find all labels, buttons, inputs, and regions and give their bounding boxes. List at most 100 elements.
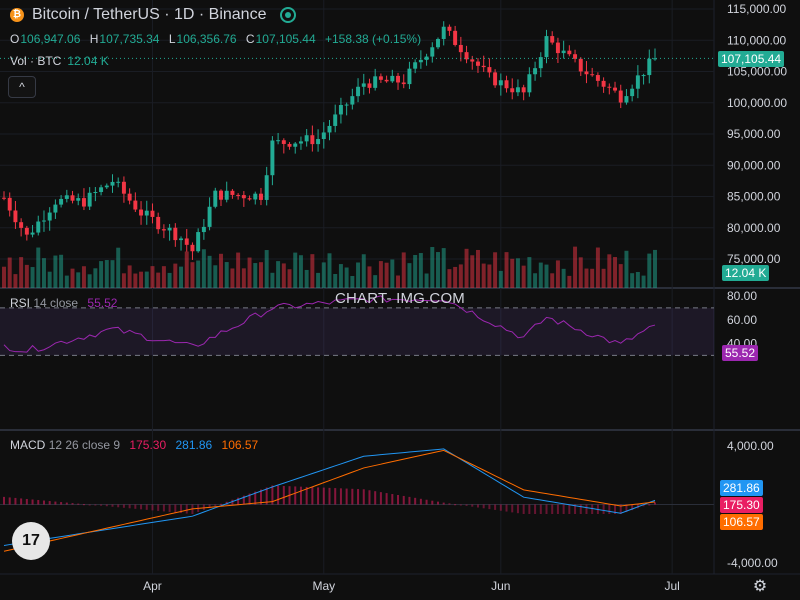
volume-bar — [527, 257, 532, 288]
volume-bar — [304, 269, 309, 288]
macd-histogram-bar — [82, 504, 85, 506]
candle-body — [555, 42, 560, 54]
price-axis-label: 80,000.00 — [727, 221, 781, 235]
volume-bar — [356, 262, 361, 288]
candle-body — [458, 44, 463, 53]
macd-histogram-bar — [162, 504, 165, 512]
rsi-band-fill — [0, 307, 714, 356]
volume-bar — [327, 253, 332, 288]
volume-bar — [567, 275, 572, 288]
macd-histogram-bar — [317, 487, 320, 505]
symbol-title[interactable]: ₿ Bitcoin / TetherUS · 1D · Binance — [10, 6, 297, 24]
collapse-legend-button[interactable]: ^ — [8, 76, 36, 98]
volume-bar — [515, 258, 520, 288]
volume-bar — [236, 252, 241, 288]
macd-histogram-bar — [334, 488, 337, 505]
macd-signal-badge: 281.86 — [720, 480, 763, 496]
candle-body — [373, 76, 378, 88]
price-badge: 107,105.44 — [718, 51, 785, 67]
candle-body — [139, 209, 144, 216]
macd-histogram-bar — [419, 498, 422, 505]
time-axis-label: Jul — [664, 579, 679, 593]
gear-icon[interactable]: ⚙ — [751, 578, 769, 596]
candle-body — [87, 192, 92, 207]
candle-body — [53, 204, 58, 213]
candle-body — [527, 74, 532, 93]
macd-value-2: 281.86 — [175, 438, 213, 452]
volume-bar — [247, 257, 252, 288]
candle-body — [635, 75, 640, 89]
volume-bar — [121, 273, 126, 288]
volume-bar — [401, 252, 406, 288]
macd-histogram-bar — [442, 502, 445, 505]
macd-histogram-bar — [585, 504, 588, 515]
volume-bar — [361, 254, 366, 288]
macd-histogram-bar — [528, 504, 531, 515]
candle-body — [179, 238, 184, 241]
volume-bar — [378, 261, 383, 288]
macd-histogram-bar — [345, 488, 348, 505]
candle-body — [298, 141, 303, 144]
macd-histogram-bar — [385, 493, 388, 505]
macd-histogram-bar — [14, 497, 17, 505]
volume-bar — [498, 270, 503, 288]
volume-bar — [613, 256, 618, 288]
macd-histogram-bar — [339, 488, 342, 505]
macd-label: MACD — [10, 438, 46, 452]
volume-bar — [36, 247, 41, 288]
time-axis-label: May — [312, 579, 335, 593]
macd-histogram-bar — [65, 502, 68, 505]
macd-histogram-bar — [545, 504, 548, 515]
candle-body — [595, 75, 600, 81]
volume-bar — [601, 268, 606, 288]
macd-histogram-bar — [459, 504, 462, 506]
candle-body — [378, 76, 383, 80]
macd-histogram-bar — [351, 488, 354, 505]
volume-bar — [76, 272, 81, 288]
candle-body — [161, 229, 166, 231]
candle-body — [356, 86, 361, 97]
candle-body — [441, 26, 446, 39]
macd-histogram-bar — [299, 486, 302, 505]
candle-body — [59, 198, 64, 205]
macd-histogram-bar — [471, 504, 474, 507]
candle-body — [133, 200, 138, 210]
macd-histogram-bar — [88, 504, 91, 506]
candle-body — [607, 86, 612, 88]
candle-body — [424, 56, 429, 60]
macd-histogram-bar — [648, 504, 651, 506]
macd-histogram-bar — [437, 501, 439, 505]
volume-bar — [544, 264, 549, 288]
volume-bar — [367, 266, 372, 288]
volume-bar — [93, 268, 98, 288]
volume-bar — [407, 263, 412, 288]
macd-histogram-bar — [448, 503, 451, 505]
volume-bar — [64, 275, 69, 288]
volume-bar — [487, 264, 492, 288]
candle-body — [396, 75, 401, 83]
macd-histogram-bar — [608, 504, 611, 515]
volume-bar — [139, 271, 144, 288]
volume-bar — [13, 274, 18, 288]
volume-bar — [573, 246, 578, 288]
macd-histogram-bar — [77, 503, 80, 505]
candle-body — [613, 87, 618, 91]
candle-body — [601, 80, 606, 87]
macd-histogram-bar — [425, 499, 428, 505]
macd-line-badge: 175.30 — [720, 497, 763, 513]
volume-bar — [561, 268, 566, 288]
candle-body — [207, 206, 212, 227]
macd-histogram-bar — [397, 494, 400, 505]
volume-bar — [618, 264, 623, 288]
candle-body — [81, 198, 86, 207]
volume-bar — [190, 262, 195, 288]
candle-body — [224, 190, 229, 200]
volume-bar — [470, 255, 475, 288]
volume-bar — [447, 269, 452, 288]
macd-histogram-bar — [534, 504, 537, 515]
tradingview-logo-icon[interactable]: 17 — [12, 522, 50, 560]
volume-bar — [144, 271, 149, 288]
price-axis-label: 95,000.00 — [727, 127, 781, 141]
candle-body — [401, 82, 406, 85]
candle-body — [493, 72, 498, 86]
